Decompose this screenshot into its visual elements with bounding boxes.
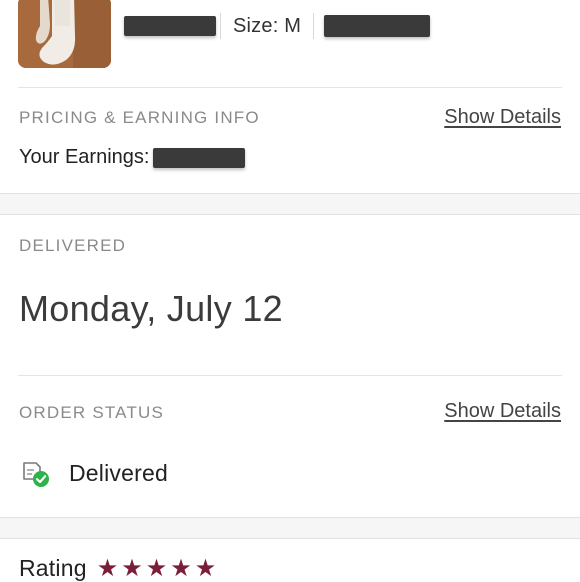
redacted-price xyxy=(324,15,431,37)
rating-row: Rating ★ ★ ★ ★ ★ xyxy=(19,555,216,582)
order-status-value: Delivered xyxy=(69,459,168,486)
product-meta: Size: M xyxy=(124,12,431,40)
star-icon: ★ xyxy=(170,554,192,582)
divider xyxy=(313,13,315,39)
divider xyxy=(18,375,562,376)
earnings-row: Your Earnings: xyxy=(19,146,246,169)
delivered-heading: DELIVERED xyxy=(19,236,127,255)
divider xyxy=(18,87,562,88)
redacted-brand xyxy=(124,16,216,36)
delivered-date: Monday, July 12 xyxy=(19,288,283,329)
divider xyxy=(220,13,221,39)
pricing-show-details-link[interactable]: Show Details xyxy=(444,106,561,129)
section-separator xyxy=(0,517,580,539)
pricing-heading: PRICING & EARNING INFO xyxy=(19,108,260,127)
rating-label: Rating xyxy=(19,555,87,581)
redacted-earnings xyxy=(153,147,246,168)
product-summary: Size: M xyxy=(0,0,580,88)
order-status-heading: ORDER STATUS xyxy=(19,403,165,422)
star-icon: ★ xyxy=(96,554,119,582)
size-label: Size: M xyxy=(233,14,302,37)
product-thumbnail[interactable] xyxy=(18,0,111,68)
star-icon: ★ xyxy=(194,554,217,582)
order-status-show-details-link[interactable]: Show Details xyxy=(444,400,561,423)
order-status-row: Delivered xyxy=(19,456,168,490)
sock-image-icon xyxy=(18,0,111,68)
section-separator xyxy=(0,193,580,215)
earnings-label: Your Earnings: xyxy=(19,146,150,168)
star-icon: ★ xyxy=(145,554,168,582)
star-icon: ★ xyxy=(121,554,143,582)
package-check-icon xyxy=(19,457,51,489)
rating-stars: ★ ★ ★ ★ ★ xyxy=(96,554,217,582)
